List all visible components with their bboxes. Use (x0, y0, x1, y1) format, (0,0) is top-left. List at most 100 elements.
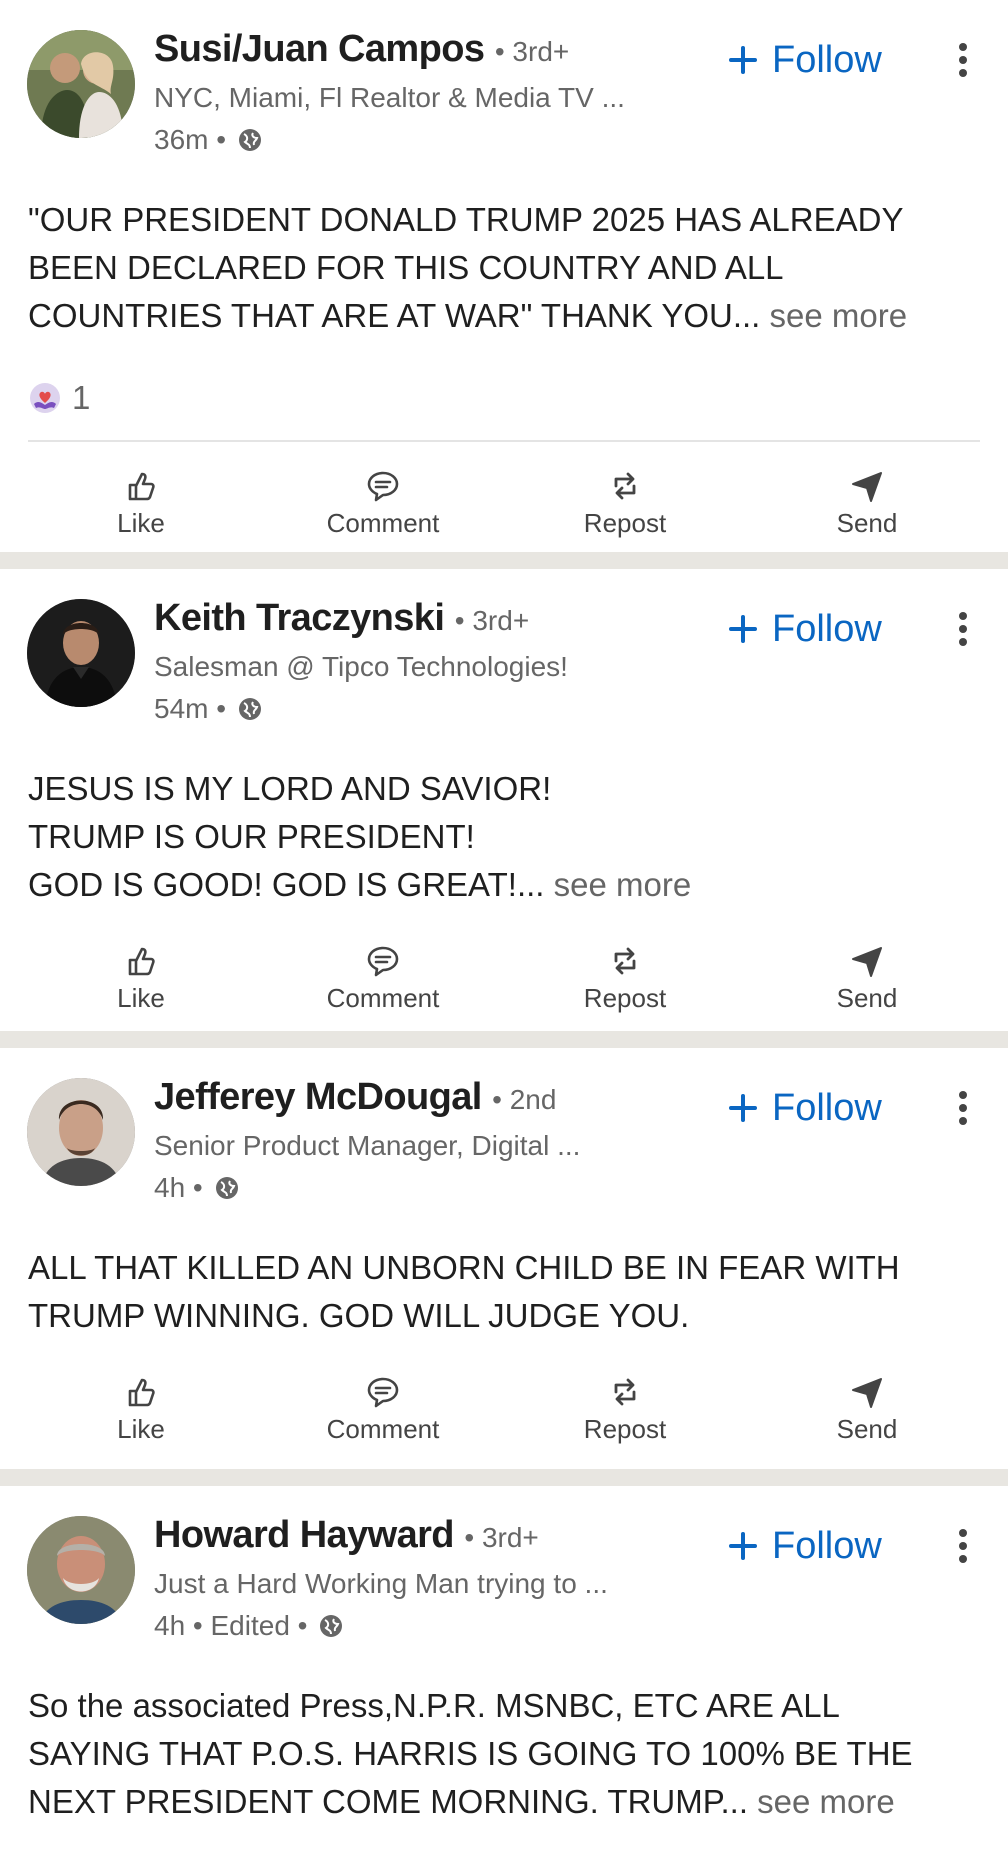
see-more-link[interactable]: see more (770, 297, 908, 334)
post-meta: 4h • Edited • (154, 1610, 345, 1642)
support-reaction-icon (28, 381, 62, 415)
comment-label: Comment (326, 508, 440, 538)
like-button[interactable]: Like (31, 454, 251, 538)
follow-button[interactable]: Follow (728, 1520, 882, 1572)
avatar[interactable] (27, 599, 135, 707)
author-headline: Salesman @ Tipco Technologies! (154, 651, 568, 682)
author-line: Howard Hayward • 3rd+ (154, 1514, 539, 1557)
post-text-content: ALL THAT KILLED AN UNBORN CHILD BE IN FE… (28, 1249, 900, 1334)
comment-label: Comment (326, 1414, 440, 1444)
follow-label: Follow (772, 607, 882, 650)
post-separator (0, 1031, 1008, 1048)
repost-icon (605, 466, 645, 506)
comment-button[interactable]: Comment (273, 929, 493, 1013)
man-portrait-avatar (27, 1078, 135, 1186)
post-time: 4h • Edited • (154, 1610, 308, 1641)
post-header: Susi/Juan Campos • 3rd+ NYC, Miami, Fl R… (0, 0, 1008, 155)
repost-button[interactable]: Repost (515, 1360, 735, 1444)
like-button[interactable]: Like (31, 929, 251, 1013)
more-options-icon[interactable] (946, 607, 980, 651)
more-options-icon[interactable] (946, 38, 980, 82)
follow-label: Follow (772, 1524, 882, 1567)
send-icon (847, 1372, 887, 1412)
follow-label: Follow (772, 38, 882, 81)
post-header: Keith Traczynski • 3rd+ Salesman @ Tipco… (0, 569, 1008, 724)
divider (28, 440, 980, 442)
send-label: Send (836, 1414, 898, 1444)
send-button[interactable]: Send (757, 929, 977, 1013)
send-button[interactable]: Send (757, 1360, 977, 1444)
feed-post: Howard Hayward • 3rd+ Just a Hard Workin… (0, 1486, 1008, 1861)
post-text: So the associated Press,N.P.R. MSNBC, ET… (28, 1682, 988, 1826)
post-separator (0, 552, 1008, 569)
connection-degree: • 3rd+ (494, 36, 570, 67)
globe-icon (236, 695, 264, 723)
post-time: 36m • (154, 124, 227, 155)
send-icon (847, 466, 887, 506)
send-button[interactable]: Send (757, 454, 977, 538)
author-headline: Just a Hard Working Man trying to ... (154, 1568, 608, 1599)
author-name[interactable]: Howard Hayward (154, 1514, 455, 1556)
globe-icon (317, 1612, 345, 1640)
post-text: JESUS IS MY LORD AND SAVIOR! TRUMP IS OU… (28, 765, 988, 909)
plus-icon (728, 1093, 758, 1123)
reactions-summary[interactable]: 1 (28, 374, 1008, 422)
thumbs-up-icon (121, 941, 161, 981)
repost-button[interactable]: Repost (515, 454, 735, 538)
like-label: Like (117, 1414, 165, 1444)
author-name[interactable]: Jefferey McDougal (154, 1076, 482, 1118)
author-headline: Senior Product Manager, Digital ... (154, 1130, 581, 1161)
repost-label: Repost (583, 508, 667, 538)
post-text-content: JESUS IS MY LORD AND SAVIOR! TRUMP IS OU… (28, 770, 552, 903)
post-time: 4h • (154, 1172, 203, 1203)
comment-icon (363, 466, 403, 506)
like-button[interactable]: Like (31, 1360, 251, 1444)
post-header: Jefferey McDougal • 2nd Senior Product M… (0, 1048, 1008, 1203)
reaction-count: 1 (72, 379, 91, 416)
feed-post: Keith Traczynski • 3rd+ Salesman @ Tipco… (0, 569, 1008, 1031)
send-label: Send (836, 983, 898, 1013)
avatar[interactable] (27, 30, 135, 138)
like-label: Like (117, 508, 165, 538)
comment-label: Comment (326, 983, 440, 1013)
plus-icon (728, 1531, 758, 1561)
author-name[interactable]: Keith Traczynski (154, 597, 445, 639)
post-text: "OUR PRESIDENT DONALD TRUMP 2025 HAS ALR… (28, 196, 988, 340)
comment-button[interactable]: Comment (273, 1360, 493, 1444)
feed-post: Susi/Juan Campos • 3rd+ NYC, Miami, Fl R… (0, 0, 1008, 552)
post-text: ALL THAT KILLED AN UNBORN CHILD BE IN FE… (28, 1244, 988, 1340)
author-line: Susi/Juan Campos • 3rd+ (154, 28, 569, 71)
send-label: Send (836, 508, 898, 538)
action-bar: Like Comment Repost Send (20, 929, 988, 1013)
connection-degree: • 2nd (492, 1084, 557, 1115)
follow-button[interactable]: Follow (728, 603, 882, 655)
plus-icon (728, 45, 758, 75)
repost-label: Repost (583, 1414, 667, 1444)
repost-label: Repost (583, 983, 667, 1013)
follow-button[interactable]: Follow (728, 34, 882, 86)
comment-icon (363, 941, 403, 981)
action-bar: Like Comment Repost Send (20, 454, 988, 538)
connection-degree: • 3rd+ (454, 605, 530, 636)
comment-button[interactable]: Comment (273, 454, 493, 538)
see-more-link[interactable]: see more (757, 1783, 895, 1820)
send-icon (847, 941, 887, 981)
follow-label: Follow (772, 1086, 882, 1129)
post-time: 54m • (154, 693, 227, 724)
author-name[interactable]: Susi/Juan Campos (154, 28, 485, 70)
more-options-icon[interactable] (946, 1086, 980, 1130)
avatar[interactable] (27, 1516, 135, 1624)
feed-post: Jefferey McDougal • 2nd Senior Product M… (0, 1048, 1008, 1469)
repost-icon (605, 941, 645, 981)
plus-icon (728, 614, 758, 644)
avatar[interactable] (27, 1078, 135, 1186)
repost-button[interactable]: Repost (515, 929, 735, 1013)
post-meta: 54m • (154, 693, 264, 725)
feed: Susi/Juan Campos • 3rd+ NYC, Miami, Fl R… (0, 0, 1008, 1861)
more-options-icon[interactable] (946, 1524, 980, 1568)
follow-button[interactable]: Follow (728, 1082, 882, 1134)
action-bar: Like Comment Repost Send (20, 1360, 988, 1444)
globe-icon (236, 126, 264, 154)
author-line: Keith Traczynski • 3rd+ (154, 597, 529, 640)
see-more-link[interactable]: see more (554, 866, 692, 903)
